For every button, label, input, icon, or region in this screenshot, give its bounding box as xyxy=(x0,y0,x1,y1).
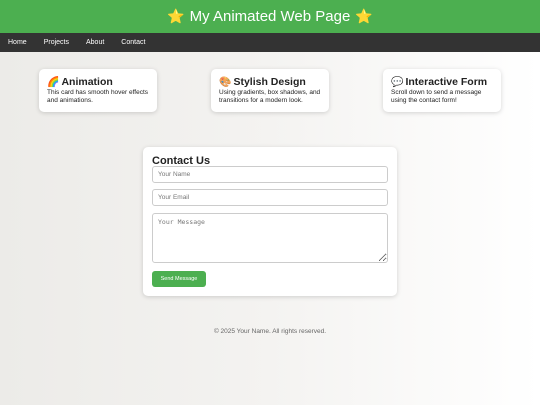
nav-link-projects[interactable]: Projects xyxy=(35,39,77,46)
name-input[interactable] xyxy=(152,166,388,183)
star-icon: ⭐ xyxy=(167,8,185,24)
page-title: My Animated Web Page xyxy=(189,8,351,25)
feature-card-interactive-form: 💬 Interactive Form Scroll down to send a … xyxy=(383,69,501,112)
card-title: 🎨 Stylish Design xyxy=(219,76,321,89)
page-header: ⭐ My Animated Web Page ⭐ xyxy=(0,0,540,33)
card-title-text: Animation xyxy=(61,76,113,88)
feature-card-animation: 🌈 Animation This card has smooth hover ef… xyxy=(39,69,157,112)
card-title-text: Stylish Design xyxy=(233,76,306,88)
send-message-button[interactable]: Send Message xyxy=(152,271,206,287)
card-text: This card has smooth hover effects and a… xyxy=(47,89,149,104)
email-input[interactable] xyxy=(152,189,388,206)
star-icon: ⭐ xyxy=(355,8,373,24)
top-nav: Home Projects About Contact xyxy=(0,33,540,52)
speech-bubble-icon: 💬 xyxy=(391,77,404,88)
card-title: 💬 Interactive Form xyxy=(391,76,493,89)
footer-copyright: © 2025 Your Name. All rights reserved. xyxy=(213,328,327,335)
card-title: 🌈 Animation xyxy=(47,76,149,89)
palette-icon: 🎨 xyxy=(219,77,232,88)
message-textarea[interactable] xyxy=(152,213,388,263)
card-text: Using gradients, box shadows, and transi… xyxy=(219,89,321,104)
rainbow-icon: 🌈 xyxy=(47,77,60,88)
contact-form-card: Contact Us Send Message xyxy=(143,147,397,296)
nav-link-contact[interactable]: Contact xyxy=(113,39,154,46)
nav-link-home[interactable]: Home xyxy=(0,39,35,46)
card-title-text: Interactive Form xyxy=(405,76,488,88)
feature-card-stylish-design: 🎨 Stylish Design Using gradients, box sha… xyxy=(211,69,329,112)
card-text: Scroll down to send a message using the … xyxy=(391,89,482,104)
nav-link-about[interactable]: About xyxy=(77,39,112,46)
